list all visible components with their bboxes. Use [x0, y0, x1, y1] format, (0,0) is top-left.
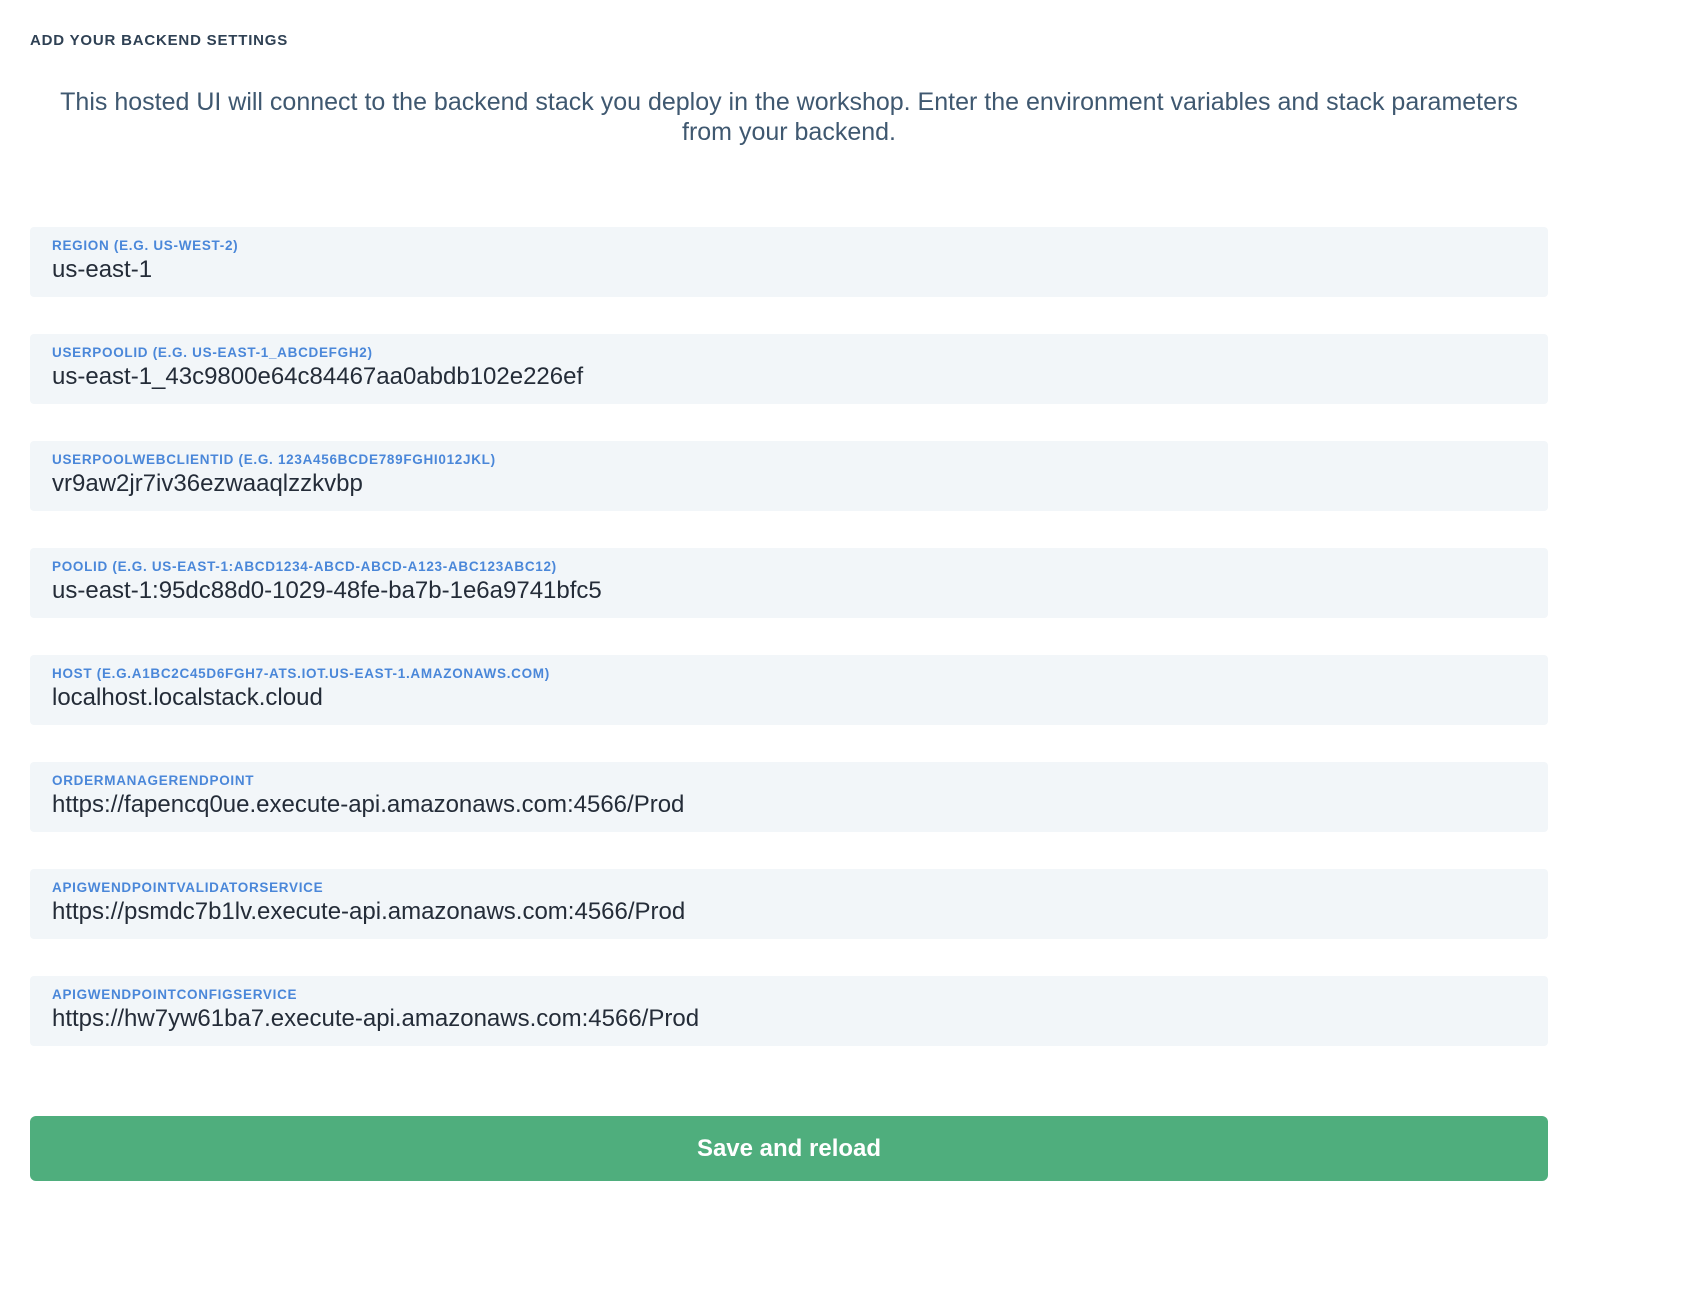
field-group-userpoolid: USERPOOLID (E.G. US-EAST-1_ABCDEFGH2) [30, 334, 1548, 404]
field-input-apigwendpointvalidatorservice[interactable] [52, 898, 1526, 926]
field-group-apigwendpointconfigservice: APIGWENDPOINTCONFIGSERVICE [30, 976, 1548, 1046]
field-group-apigwendpointvalidatorservice: APIGWENDPOINTVALIDATORSERVICE [30, 869, 1548, 939]
field-group-ordermanagerendpoint: ORDERMANAGERENDPOINT [30, 762, 1548, 832]
page-title: ADD YOUR BACKEND SETTINGS [30, 32, 1548, 49]
settings-fields: REGION (E.G. US-WEST-2) USERPOOLID (E.G.… [30, 227, 1548, 1046]
field-label: REGION (E.G. US-WEST-2) [52, 238, 1526, 253]
field-label: POOLID (E.G. US-EAST-1:ABCD1234-ABCD-ABC… [52, 559, 1526, 574]
field-label: APIGWENDPOINTCONFIGSERVICE [52, 987, 1526, 1002]
field-input-host[interactable] [52, 684, 1526, 712]
field-input-poolid[interactable] [52, 577, 1526, 605]
save-and-reload-button[interactable]: Save and reload [30, 1116, 1548, 1181]
field-label: USERPOOLWEBCLIENTID (E.G. 123A456BCDE789… [52, 452, 1526, 467]
page-description: This hosted UI will connect to the backe… [44, 87, 1534, 147]
field-input-userpoolid[interactable] [52, 363, 1526, 391]
field-input-region[interactable] [52, 256, 1526, 284]
field-label: ORDERMANAGERENDPOINT [52, 773, 1526, 788]
field-input-userpoolwebclientid[interactable] [52, 470, 1526, 498]
field-input-apigwendpointconfigservice[interactable] [52, 1005, 1526, 1033]
field-group-userpoolwebclientid: USERPOOLWEBCLIENTID (E.G. 123A456BCDE789… [30, 441, 1548, 511]
field-group-poolid: POOLID (E.G. US-EAST-1:ABCD1234-ABCD-ABC… [30, 548, 1548, 618]
backend-settings-page: ADD YOUR BACKEND SETTINGS This hosted UI… [0, 0, 1698, 1221]
field-group-host: HOST (E.G.A1BC2C45D6FGH7-ATS.IOT.US-EAST… [30, 655, 1548, 725]
field-group-region: REGION (E.G. US-WEST-2) [30, 227, 1548, 297]
field-label: APIGWENDPOINTVALIDATORSERVICE [52, 880, 1526, 895]
field-label: HOST (E.G.A1BC2C45D6FGH7-ATS.IOT.US-EAST… [52, 666, 1526, 681]
field-label: USERPOOLID (E.G. US-EAST-1_ABCDEFGH2) [52, 345, 1526, 360]
field-input-ordermanagerendpoint[interactable] [52, 791, 1526, 819]
